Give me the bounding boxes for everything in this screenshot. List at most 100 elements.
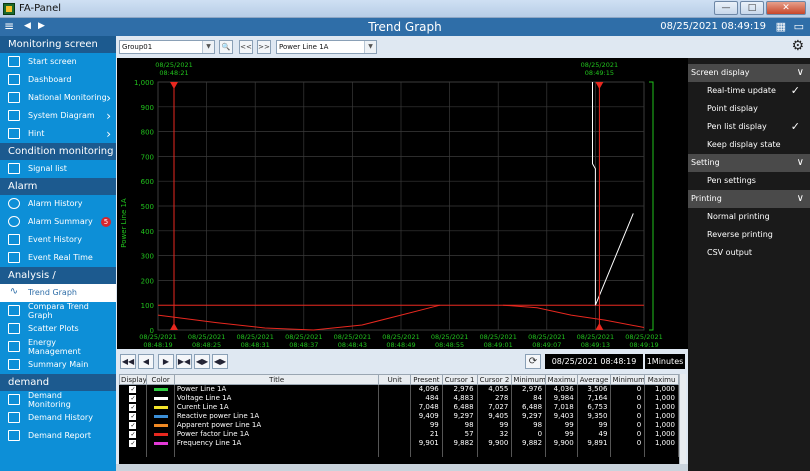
- column-header[interactable]: Present: [410, 374, 443, 385]
- menu-reverse-printing[interactable]: Reverse printing: [688, 226, 810, 244]
- column-header[interactable]: Unit: [378, 374, 412, 385]
- sidebar-item-national-monitoring[interactable]: National Monitoring ›: [0, 89, 116, 107]
- checkbox-checked-icon[interactable]: ✓: [129, 412, 137, 420]
- title-cell: Voltage Line 1A: [174, 393, 380, 403]
- group-select[interactable]: Group01 ▼: [119, 40, 215, 54]
- checkbox-checked-icon[interactable]: ✓: [129, 385, 137, 393]
- menu-realtime-update[interactable]: Real-time update ✓: [688, 82, 810, 100]
- forward-arrow-icon[interactable]: ▶: [38, 21, 45, 31]
- sidebar-item-demand-report[interactable]: Demand Report: [0, 427, 116, 445]
- back-arrow-icon[interactable]: ◀: [24, 21, 31, 31]
- table-row[interactable]: ✓ Voltage Line 1A 484 4,883 278 84 9,984 7,164 0…: [119, 393, 679, 403]
- column-header[interactable]: Cursor 2: [476, 374, 513, 385]
- maximize-button[interactable]: □: [740, 1, 764, 15]
- column-header[interactable]: Display: [118, 374, 148, 385]
- previous-pen-button[interactable]: <<: [239, 40, 253, 54]
- zoom-full-button[interactable]: ◀▶: [212, 354, 228, 369]
- sidebar-item-trend-graph[interactable]: ∿ Trend Graph: [0, 284, 116, 302]
- zoom-out-button[interactable]: ◀▶: [194, 354, 210, 369]
- table-row[interactable]: ✓ Power Line 1A 4,096 2,976 4,055 2,976 4,036 3…: [119, 384, 679, 394]
- sidebar-item-alarm-history[interactable]: Alarm History: [0, 195, 116, 213]
- table-scrollbar[interactable]: [679, 374, 686, 464]
- leaf-icon: [8, 341, 20, 352]
- checkbox-checked-icon[interactable]: ✓: [129, 403, 137, 411]
- section-screen-display[interactable]: Screen display ∨: [688, 64, 810, 82]
- menu-pen-list-display[interactable]: Pen list display ✓: [688, 118, 810, 136]
- start-datetime-field[interactable]: 08/25/2021 08:48:19: [545, 354, 643, 369]
- table-row[interactable]: ✓ Power factor Line 1A 21 57 32 0 99 49 0 1,000: [119, 429, 679, 439]
- sidebar-item-energy-management[interactable]: Energy Management: [0, 338, 116, 356]
- menu-csv-output[interactable]: CSV output: [688, 244, 810, 262]
- display-checkbox-cell[interactable]: ✓: [119, 429, 148, 439]
- sidebar-item-scatter-plots[interactable]: Scatter Plots: [0, 320, 116, 338]
- hamburger-menu-icon[interactable]: ≡: [4, 19, 14, 33]
- pen-select[interactable]: Power Line 1A ▼: [276, 40, 377, 54]
- sidebar-item-event-history[interactable]: Event History: [0, 231, 116, 249]
- bottom-strip: [116, 464, 688, 471]
- section-printing[interactable]: Printing ∨: [688, 190, 810, 208]
- close-button[interactable]: ✕: [766, 1, 806, 15]
- sidebar-item-system-diagram[interactable]: System Diagram ›: [0, 107, 116, 125]
- value-cell: 84: [511, 393, 547, 403]
- value-cell: 0: [610, 402, 646, 412]
- column-header[interactable]: Minimum: [610, 374, 646, 385]
- table-row[interactable]: ✓ Reactive power Line 1A 9,409 9,297 9,405 9,…: [119, 411, 679, 421]
- refresh-button[interactable]: ⟳: [525, 354, 541, 369]
- section-setting[interactable]: Setting ∨: [688, 154, 810, 172]
- trend-chart[interactable]: 0 100 200 300 400 500 600 700 800 900 1,000 08/25/…: [117, 58, 688, 349]
- menu-normal-printing[interactable]: Normal printing: [688, 208, 810, 226]
- display-checkbox-cell[interactable]: ✓: [119, 402, 148, 412]
- grid-view-icon[interactable]: ▦: [776, 20, 786, 33]
- display-checkbox-cell[interactable]: ✓: [119, 438, 148, 448]
- table-row[interactable]: ✓ Curent Line 1A 7,048 6,488 7,027 6,488 7,018…: [119, 402, 679, 412]
- display-checkbox-cell[interactable]: ✓: [119, 420, 148, 430]
- interval-field[interactable]: 1Minutes: [645, 354, 685, 369]
- search-button[interactable]: 🔍: [219, 40, 233, 54]
- table-row[interactable]: ✓ Apparent power Line 1A 99 98 99 98 99 99 0 1,00…: [119, 420, 679, 430]
- checkbox-checked-icon[interactable]: ✓: [129, 421, 137, 429]
- gear-icon[interactable]: ⚙: [791, 38, 804, 54]
- y-tick-label: 100: [141, 302, 154, 310]
- zoom-in-button[interactable]: ▶◀: [176, 354, 192, 369]
- message-icon[interactable]: ▭: [794, 20, 804, 33]
- sidebar-item-hint[interactable]: Hint ›: [0, 125, 116, 143]
- sidebar-item-demand-history[interactable]: Demand History: [0, 409, 116, 427]
- checkbox-checked-icon[interactable]: ✓: [129, 430, 137, 438]
- column-header[interactable]: Color: [146, 374, 175, 385]
- sidebar-item-demand-monitoring[interactable]: Demand Monitoring: [0, 391, 116, 409]
- value-cell: 98: [442, 420, 478, 430]
- rewind-button[interactable]: ◀: [138, 354, 154, 369]
- menu-pen-settings[interactable]: Pen settings: [688, 172, 810, 190]
- x-tick-time: 08:48:37: [289, 341, 318, 349]
- column-header[interactable]: Average: [576, 374, 612, 385]
- column-header[interactable]: Maximu: [545, 374, 578, 385]
- color-cell: [146, 402, 175, 412]
- window-title-bar: FA-Panel — □ ✕: [0, 0, 810, 18]
- sidebar-item-event-realtime[interactable]: Event Real Time: [0, 249, 116, 267]
- checkbox-checked-icon[interactable]: ✓: [129, 394, 137, 402]
- sidebar-item-dashboard[interactable]: Dashboard: [0, 71, 116, 89]
- rewind-fast-button[interactable]: ◀◀: [120, 354, 136, 369]
- value-cell: 9,891: [577, 438, 612, 448]
- menu-keep-display-state[interactable]: Keep display state: [688, 136, 810, 154]
- column-header[interactable]: Minimum: [511, 374, 547, 385]
- sidebar-item-alarm-summary[interactable]: Alarm Summary 5: [0, 213, 116, 231]
- minimize-button[interactable]: —: [714, 1, 738, 15]
- column-header[interactable]: Title: [173, 374, 380, 385]
- sidebar-item-summary-main[interactable]: Summary Main: [0, 356, 116, 374]
- display-checkbox-cell[interactable]: ✓: [119, 384, 148, 394]
- menu-point-display[interactable]: Point display: [688, 100, 810, 118]
- cursor2-top-marker: [595, 82, 604, 89]
- table-row[interactable]: ✓ Frequency Line 1A 9,901 9,882 9,900 9,882 9,…: [119, 438, 679, 448]
- forward-button[interactable]: ▶: [158, 354, 174, 369]
- sidebar-item-compare-trend[interactable]: Compara Trend Graph: [0, 302, 116, 320]
- display-checkbox-cell[interactable]: ✓: [119, 411, 148, 421]
- display-checkbox-cell[interactable]: ✓: [119, 393, 148, 403]
- checkbox-checked-icon[interactable]: ✓: [129, 439, 137, 447]
- sidebar-item-start-screen[interactable]: Start screen: [0, 53, 116, 71]
- next-pen-button[interactable]: >>: [257, 40, 271, 54]
- sidebar-item-signal-list[interactable]: Signal list: [0, 160, 116, 178]
- column-header[interactable]: Cursor 1: [441, 374, 478, 385]
- x-tick-date: 08/25/2021: [285, 333, 322, 341]
- column-header[interactable]: Maximu: [644, 374, 679, 385]
